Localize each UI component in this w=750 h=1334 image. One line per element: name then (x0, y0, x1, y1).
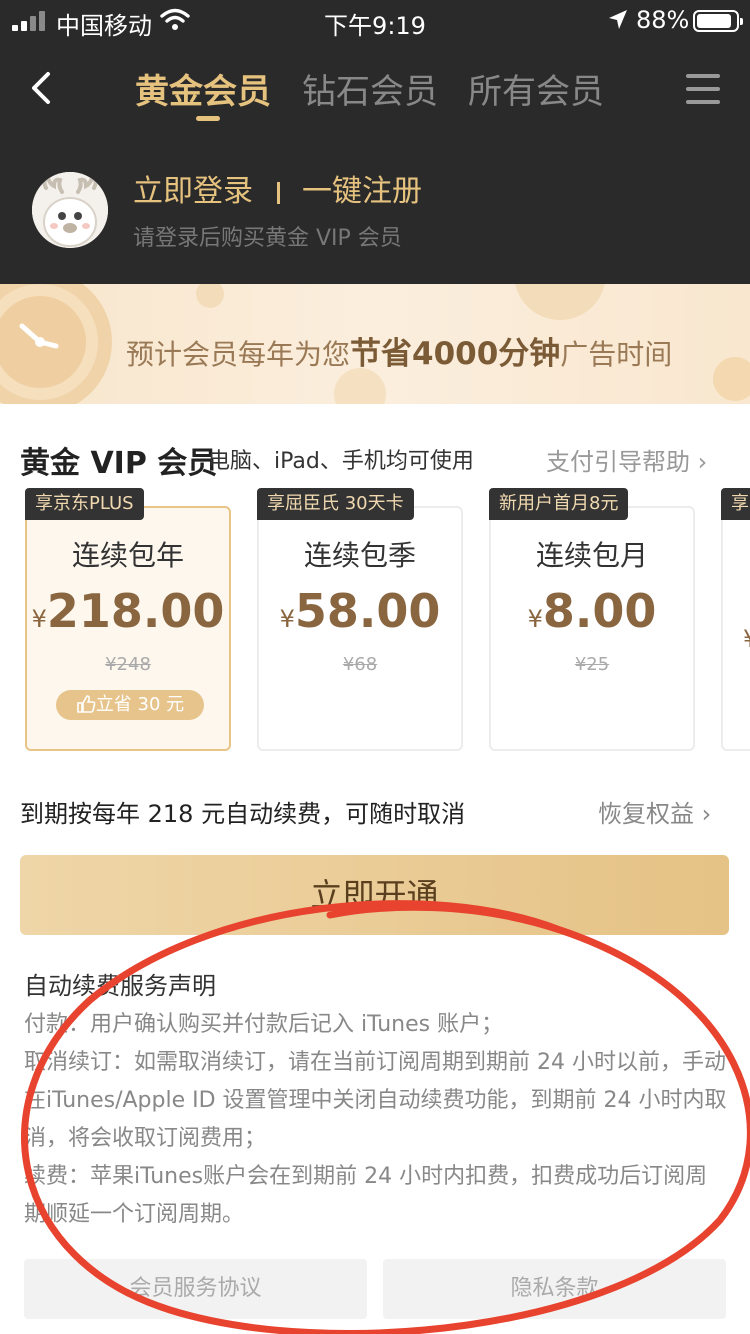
menu-icon[interactable] (686, 74, 720, 104)
plan-name: 连续包季 (303, 539, 416, 572)
plan-card-monthly[interactable]: 连续包月 ¥8.00 ¥25 (489, 506, 695, 751)
savings-banner: 预计会员每年为您节省4000分钟广告时间 (0, 284, 750, 404)
app-screen: 中国移动 下午9:19 88% 黄金会员 钻石会员 所有会员 立即登录 一键注册… (0, 0, 750, 1334)
header-area: 中国移动 下午9:19 88% 黄金会员 钻石会员 所有会员 立即登录 一键注册… (0, 0, 750, 284)
declaration-title: 自动续费服务声明 (24, 972, 216, 1000)
login-link[interactable]: 立即登录 (133, 174, 253, 209)
section-title: 黄金 VIP 会员 (20, 446, 218, 481)
plan-card-quarterly[interactable]: 连续包季 ¥58.00 ¥68 (257, 506, 463, 751)
tab-all[interactable]: 所有会员 (468, 64, 604, 113)
subscribe-button[interactable]: 立即开通 (20, 855, 729, 935)
privacy-button[interactable]: 隐私条款 (383, 1259, 726, 1319)
plan-card-partial[interactable]: ¥ (721, 506, 750, 751)
divider (277, 181, 280, 204)
thumbs-up-icon (77, 695, 96, 713)
auto-renew-note: 到期按每年 218 元自动续费，可随时取消 (20, 800, 466, 828)
plan-original-price: ¥25 (574, 654, 610, 675)
active-tab-indicator (196, 116, 220, 121)
plan-badge: 享屈臣氏 30天卡 (257, 488, 414, 520)
plan-price: ¥218.00 (31, 584, 225, 638)
tab-gold[interactable]: 黄金会员 (135, 64, 271, 113)
plan-price: ¥58.00 (279, 584, 441, 638)
restore-rights-link[interactable]: 恢复权益 › (598, 794, 711, 829)
declaration-line: 续费：苹果iTunes账户会在到期前 24 小时内扣费，扣费成功后订阅周期顺延一… (24, 1164, 708, 1227)
plan-badge: 享京东PLUS (25, 488, 144, 520)
login-hint: 请登录后购买黄金 VIP 会员 (133, 226, 402, 251)
location-arrow-icon (609, 10, 627, 29)
back-chevron-icon[interactable] (28, 70, 56, 106)
banner-text: 预计会员每年为您节省4000分钟广告时间 (126, 336, 673, 372)
plan-price: ¥ (723, 604, 750, 658)
plan-name: 连续包月 (535, 539, 648, 572)
plan-price: ¥8.00 (527, 584, 657, 638)
payment-help-link[interactable]: 支付引导帮助 › (546, 442, 707, 477)
battery-icon (693, 10, 743, 32)
section-subtitle: 电脑、iPad、手机均可使用 (208, 449, 474, 474)
plan-original-price: ¥248 (105, 654, 151, 675)
register-link[interactable]: 一键注册 (302, 174, 422, 209)
savings-tag: 立省 30 元 (56, 690, 204, 720)
declaration-text: 付款：用户确认购买并付款后记入 iTunes 账户； 取消续订：如需取消续订，请… (24, 1006, 728, 1234)
deer-mascot-icon (32, 172, 108, 248)
declaration-line: 付款：用户确认购买并付款后记入 iTunes 账户； (24, 1012, 504, 1037)
plan-card-yearly[interactable]: 连续包年 ¥218.00 ¥248 立省 30 元 (25, 506, 231, 751)
declaration-line: 取消续订：如需取消续订，请在当前订阅周期到期前 24 小时以前，手动在iTune… (24, 1050, 727, 1151)
avatar[interactable] (32, 172, 108, 248)
plan-name: 连续包年 (71, 539, 184, 572)
login-row: 立即登录 一键注册 (133, 166, 422, 210)
plan-original-price: ¥68 (342, 654, 378, 675)
battery-percent: 88% (636, 6, 690, 34)
plan-badge: 新用户首月8元 (489, 488, 629, 520)
status-bar: 中国移动 下午9:19 88% (0, 0, 750, 40)
agreement-button[interactable]: 会员服务协议 (24, 1259, 367, 1319)
tab-diamond[interactable]: 钻石会员 (302, 64, 438, 113)
plan-badge: 享 (721, 488, 750, 520)
